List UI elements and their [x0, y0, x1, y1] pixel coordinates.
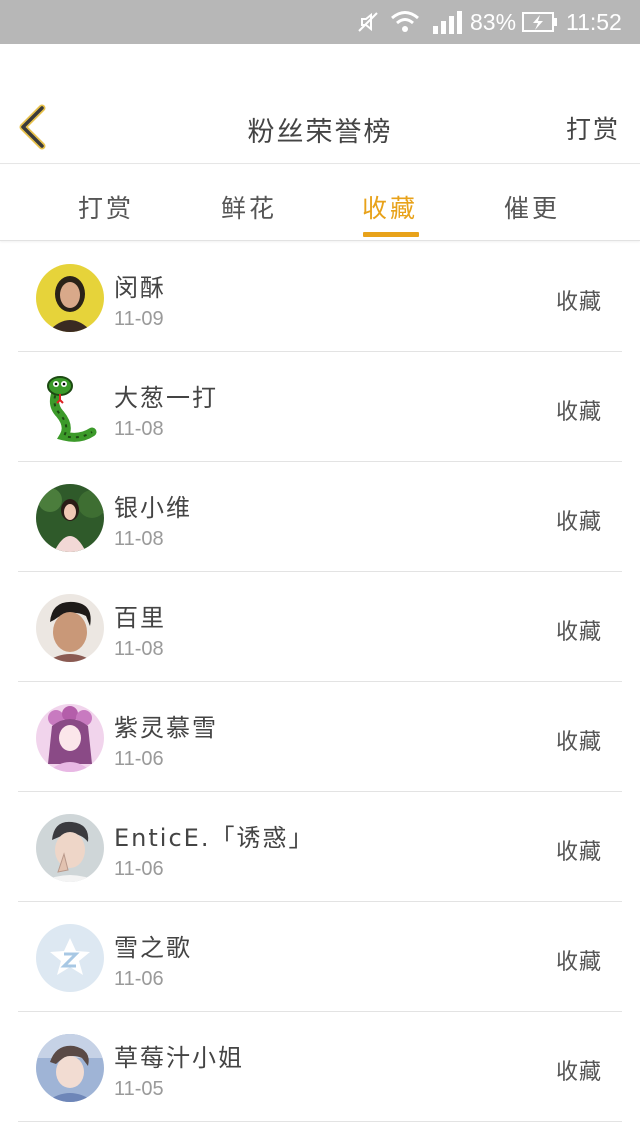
tab-label: 收藏 [361, 194, 418, 223]
fan-action: 收藏 [555, 290, 602, 315]
fan-name: 闵酥 [114, 274, 166, 302]
list-item[interactable]: 草莓汁小姐 11-05 收藏 [18, 1012, 622, 1122]
back-button[interactable] [14, 104, 54, 150]
list-item[interactable]: 紫灵慕雪 11-06 收藏 [18, 682, 622, 792]
fan-name: 银小维 [114, 494, 192, 522]
fan-action: 收藏 [555, 510, 602, 535]
fan-action: 收藏 [555, 840, 602, 865]
fan-name: 紫灵慕雪 [114, 714, 218, 742]
active-tab-indicator [363, 232, 419, 237]
tab-flowers[interactable]: 鲜花 [189, 165, 309, 241]
fan-action: 收藏 [555, 730, 602, 755]
fan-name: 百里 [114, 604, 166, 632]
fan-date: 11-08 [114, 638, 164, 660]
avatar [36, 1034, 104, 1102]
app-header: 粉丝荣誉榜 打赏 [0, 44, 640, 164]
signal-icon [432, 8, 462, 36]
list-item[interactable]: 雪之歌 11-06 收藏 [18, 902, 622, 1012]
avatar [36, 924, 104, 992]
battery-percent: 83% [470, 8, 517, 35]
fan-date: 11-08 [114, 528, 164, 550]
tab-favorites[interactable]: 收藏 [330, 165, 450, 241]
battery-charging-icon [522, 8, 558, 36]
fan-date: 11-06 [114, 748, 164, 770]
mute-icon [356, 8, 382, 36]
tab-label: 鲜花 [220, 194, 277, 223]
fan-name: EnticE.「诱惑」 [114, 824, 315, 852]
fan-date: 11-09 [114, 308, 164, 330]
clock: 11:52 [566, 8, 622, 35]
list-item[interactable]: 银小维 11-08 收藏 [18, 462, 622, 572]
avatar [36, 704, 104, 772]
list-item[interactable]: EnticE.「诱惑」 11-06 收藏 [18, 792, 622, 902]
fan-list: 闵酥 11-09 收藏 大葱一打 11-08 收藏 银小维 11-08 收藏 百… [18, 242, 622, 1122]
fan-name: 草莓汁小姐 [114, 1044, 244, 1072]
avatar [36, 594, 104, 662]
fan-name: 大葱一打 [114, 384, 218, 412]
reward-button[interactable]: 打赏 [566, 110, 620, 146]
fan-action: 收藏 [555, 950, 602, 975]
fan-name: 雪之歌 [114, 934, 192, 962]
chevron-left-icon [19, 104, 46, 150]
list-item[interactable]: 闵酥 11-09 收藏 [18, 242, 622, 352]
fan-date: 11-08 [114, 418, 164, 440]
fan-action: 收藏 [555, 400, 602, 425]
tab-bar: 打赏 鲜花 收藏 催更 [0, 165, 640, 241]
avatar [36, 264, 104, 332]
fan-date: 11-05 [114, 1078, 164, 1100]
fan-date: 11-06 [114, 968, 164, 990]
avatar [36, 814, 104, 882]
fan-action: 收藏 [555, 1060, 602, 1085]
tab-urge[interactable]: 催更 [472, 165, 592, 241]
list-item[interactable]: 大葱一打 11-08 收藏 [18, 352, 622, 462]
status-bar: 83% 11:52 [0, 0, 640, 44]
avatar [36, 484, 104, 552]
fan-date: 11-06 [114, 858, 164, 880]
avatar [36, 374, 104, 442]
list-item[interactable]: 百里 11-08 收藏 [18, 572, 622, 682]
page-title: 粉丝荣誉榜 [247, 117, 393, 148]
tab-reward[interactable]: 打赏 [46, 165, 166, 241]
tab-label: 催更 [503, 194, 560, 223]
wifi-icon [390, 8, 420, 36]
fan-action: 收藏 [555, 620, 602, 645]
tab-label: 打赏 [77, 194, 134, 223]
